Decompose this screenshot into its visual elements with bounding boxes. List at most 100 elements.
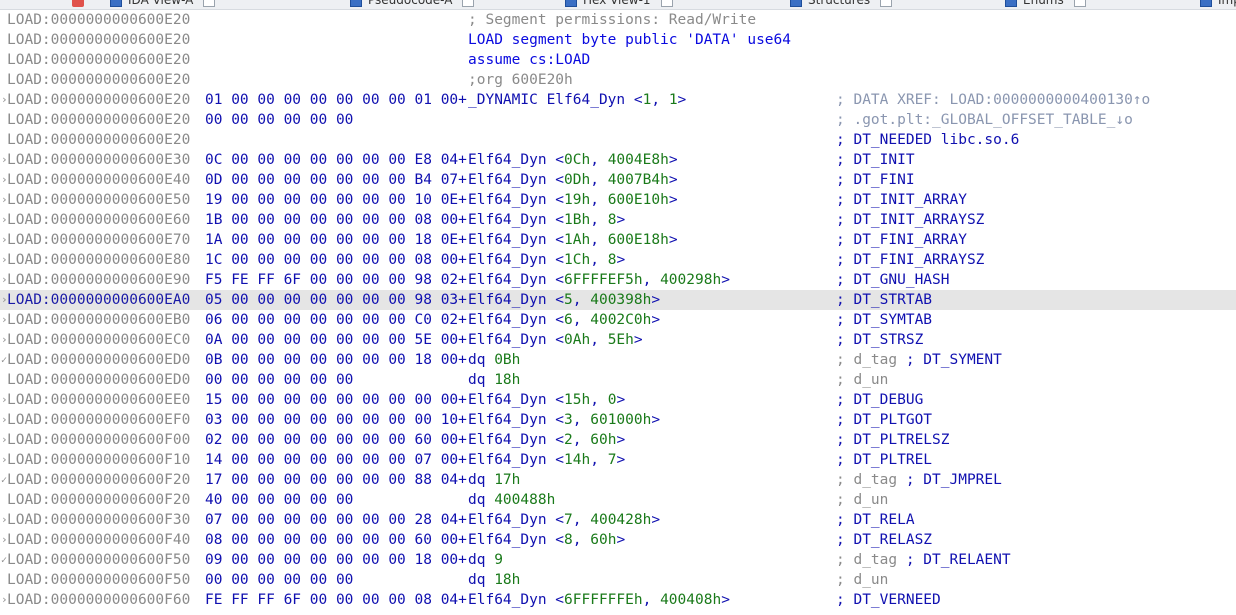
close-tab-icon[interactable]	[462, 0, 475, 7]
line-address[interactable]: LOAD:0000000000600ED0	[7, 370, 190, 390]
instruction[interactable]: Elf64_Dyn <8, 60h>	[468, 530, 625, 550]
listing-line[interactable]: LOAD:0000000000600E80 1C 00 00 00 00 00 0…	[0, 250, 1236, 270]
line-address[interactable]: LOAD:0000000000600F40	[7, 530, 190, 550]
instruction[interactable]: dq 400488h	[468, 490, 555, 510]
listing-line[interactable]: LOAD:0000000000600F20 17 00 00 00 00 00 0…	[0, 470, 1236, 490]
instruction[interactable]: Elf64_Dyn <3, 601000h>	[468, 410, 660, 430]
instruction[interactable]: dq 17h	[468, 470, 520, 490]
instruction[interactable]: Elf64_Dyn <1Bh, 8>	[468, 210, 625, 230]
line-address[interactable]: LOAD:0000000000600EC0	[7, 330, 190, 350]
line-address[interactable]: LOAD:0000000000600F60	[7, 590, 190, 610]
instruction[interactable]: Elf64_Dyn <2, 60h>	[468, 430, 625, 450]
instruction[interactable]: Elf64_Dyn <7, 400428h>	[468, 510, 660, 530]
listing-line[interactable]: LOAD:0000000000600E20 01 00 00 00 00 00 0…	[0, 90, 1236, 110]
line-address[interactable]: LOAD:0000000000600E20	[7, 90, 190, 110]
listing-line[interactable]: LOAD:0000000000600ED0 00 00 00 00 00 00 dq…	[0, 370, 1236, 390]
instruction[interactable]: assume cs:LOAD	[468, 50, 590, 70]
line-address[interactable]: LOAD:0000000000600E20	[7, 130, 190, 150]
line-address[interactable]: LOAD:0000000000600F30	[7, 510, 190, 530]
listing-line[interactable]: LOAD:0000000000600F10 14 00 00 00 00 00 0…	[0, 450, 1236, 470]
listing-line[interactable]: LOAD:0000000000600F60 FE FF FF 6F 00 00 0…	[0, 590, 1236, 610]
listing-line[interactable]: LOAD:0000000000600EB0 06 00 00 00 00 00 0…	[0, 310, 1236, 330]
instruction[interactable]: dq 18h	[468, 570, 520, 590]
line-address[interactable]: LOAD:0000000000600F50	[7, 570, 190, 590]
tab-0[interactable]: IDA View-A	[110, 0, 216, 9]
listing-line[interactable]: LOAD:0000000000600E30 0C 00 00 00 00 00 0…	[0, 150, 1236, 170]
line-address[interactable]: LOAD:0000000000600E90	[7, 270, 190, 290]
line-address[interactable]: LOAD:0000000000600E20	[7, 110, 190, 130]
instruction[interactable]: Elf64_Dyn <14h, 7>	[468, 450, 625, 470]
instruction[interactable]: Elf64_Dyn <15h, 0>	[468, 390, 625, 410]
listing-line[interactable]: LOAD:0000000000600F50 09 00 00 00 00 00 0…	[0, 550, 1236, 570]
line-address[interactable]: LOAD:0000000000600EE0	[7, 390, 190, 410]
listing-line[interactable]: LOAD:0000000000600F50 00 00 00 00 00 00 dq…	[0, 570, 1236, 590]
tab-5[interactable]: Imports	[1200, 0, 1236, 9]
instruction[interactable]: dq 0Bh	[468, 350, 520, 370]
line-address[interactable]: LOAD:0000000000600EB0	[7, 310, 190, 330]
listing-line[interactable]: LOAD:0000000000600EC0 0A 00 00 00 00 00 0…	[0, 330, 1236, 350]
instruction[interactable]: Elf64_Dyn <6FFFFEF5h, 400298h>	[468, 270, 730, 290]
line-address[interactable]: LOAD:0000000000600E20	[7, 30, 190, 50]
listing-line[interactable]: LOAD:0000000000600F00 02 00 00 00 00 00 0…	[0, 430, 1236, 450]
listing-line[interactable]: LOAD:0000000000600F40 08 00 00 00 00 00 0…	[0, 530, 1236, 550]
listing-line[interactable]: LOAD:0000000000600E20 00 00 00 00 00 00 ; …	[0, 110, 1236, 130]
line-address[interactable]: LOAD:0000000000600EF0	[7, 410, 190, 430]
tab-3[interactable]: Structures	[790, 0, 893, 9]
line-address[interactable]: LOAD:0000000000600E70	[7, 230, 190, 250]
listing-line[interactable]: LOAD:0000000000600EA0 05 00 00 00 00 00 0…	[0, 290, 1236, 310]
tab-2[interactable]: Hex View-1	[565, 0, 673, 9]
listing-line[interactable]: LOAD:0000000000600E20 ;org 600E20h	[0, 70, 1236, 90]
listing-line[interactable]: LOAD:0000000000600E70 1A 00 00 00 00 00 0…	[0, 230, 1236, 250]
listing-line[interactable]: LOAD:0000000000600F20 40 00 00 00 00 00 dq…	[0, 490, 1236, 510]
line-address[interactable]: LOAD:0000000000600E80	[7, 250, 190, 270]
listing-line[interactable]: LOAD:0000000000600E20 ; Segment permissio…	[0, 10, 1236, 30]
instruction[interactable]: LOAD segment byte public 'DATA' use64	[468, 30, 791, 50]
listing-line[interactable]: LOAD:0000000000600E90 F5 FE FF 6F 00 00 0…	[0, 270, 1236, 290]
line-address[interactable]: LOAD:0000000000600E60	[7, 210, 190, 230]
listing-line[interactable]: LOAD:0000000000600E50 19 00 00 00 00 00 0…	[0, 190, 1236, 210]
disassembly-listing[interactable]: LOAD:0000000000600E20 ; Segment permissio…	[0, 10, 1236, 610]
close-tab-icon[interactable]	[660, 0, 673, 7]
instruction[interactable]: ; Segment permissions: Read/Write	[468, 10, 756, 30]
close-tab-icon[interactable]	[203, 0, 216, 7]
line-address[interactable]: LOAD:0000000000600E30	[7, 150, 190, 170]
instruction[interactable]: dq 18h	[468, 370, 520, 390]
instruction[interactable]: dq 9	[468, 550, 503, 570]
instruction[interactable]: Elf64_Dyn <1Ch, 8>	[468, 250, 625, 270]
instruction[interactable]: _DYNAMIC Elf64_Dyn <1, 1>	[468, 90, 686, 110]
instruction[interactable]: Elf64_Dyn <0Ah, 5Eh>	[468, 330, 643, 350]
tab-4[interactable]: Enums	[1005, 0, 1086, 9]
instruction[interactable]: Elf64_Dyn <6, 4002C0h>	[468, 310, 660, 330]
listing-line[interactable]: LOAD:0000000000600E20 LOAD segment byte p…	[0, 30, 1236, 50]
listing-line[interactable]: LOAD:0000000000600E20 ; DT_NEEDED libc.so…	[0, 130, 1236, 150]
instruction[interactable]: Elf64_Dyn <19h, 600E10h>	[468, 190, 678, 210]
line-address[interactable]: LOAD:0000000000600E50	[7, 190, 190, 210]
listing-line[interactable]: LOAD:0000000000600ED0 0B 00 00 00 00 00 0…	[0, 350, 1236, 370]
instruction[interactable]: Elf64_Dyn <0Ch, 4004E8h>	[468, 150, 678, 170]
line-address[interactable]: LOAD:0000000000600E20	[7, 50, 190, 70]
line-address[interactable]: LOAD:0000000000600F00	[7, 430, 190, 450]
line-address[interactable]: LOAD:0000000000600EA0	[7, 290, 190, 310]
line-address[interactable]: LOAD:0000000000600E20	[7, 10, 190, 30]
close-icon[interactable]	[72, 0, 84, 7]
instruction[interactable]: Elf64_Dyn <6FFFFFFEh, 400408h>	[468, 590, 730, 610]
close-tab-icon[interactable]	[1073, 0, 1086, 7]
line-address[interactable]: LOAD:0000000000600F50	[7, 550, 190, 570]
listing-line[interactable]: LOAD:0000000000600F30 07 00 00 00 00 00 0…	[0, 510, 1236, 530]
line-address[interactable]: LOAD:0000000000600F10	[7, 450, 190, 470]
listing-line[interactable]: LOAD:0000000000600E60 1B 00 00 00 00 00 0…	[0, 210, 1236, 230]
instruction[interactable]: ;org 600E20h	[468, 70, 573, 90]
listing-line[interactable]: LOAD:0000000000600EF0 03 00 00 00 00 00 0…	[0, 410, 1236, 430]
line-address[interactable]: LOAD:0000000000600F20	[7, 470, 190, 490]
instruction[interactable]: Elf64_Dyn <1Ah, 600E18h>	[468, 230, 678, 250]
tab-1[interactable]: Pseudocode-A	[350, 0, 475, 9]
line-address[interactable]: LOAD:0000000000600F20	[7, 490, 190, 510]
line-address[interactable]: LOAD:0000000000600E40	[7, 170, 190, 190]
listing-line[interactable]: LOAD:0000000000600EE0 15 00 00 00 00 00 0…	[0, 390, 1236, 410]
line-address[interactable]: LOAD:0000000000600ED0	[7, 350, 190, 370]
instruction[interactable]: Elf64_Dyn <0Dh, 4007B4h>	[468, 170, 678, 190]
listing-line[interactable]: LOAD:0000000000600E40 0D 00 00 00 00 00 0…	[0, 170, 1236, 190]
line-address[interactable]: LOAD:0000000000600E20	[7, 70, 190, 90]
instruction[interactable]: Elf64_Dyn <5, 400398h>	[468, 290, 660, 310]
close-tab-icon[interactable]	[880, 0, 893, 7]
